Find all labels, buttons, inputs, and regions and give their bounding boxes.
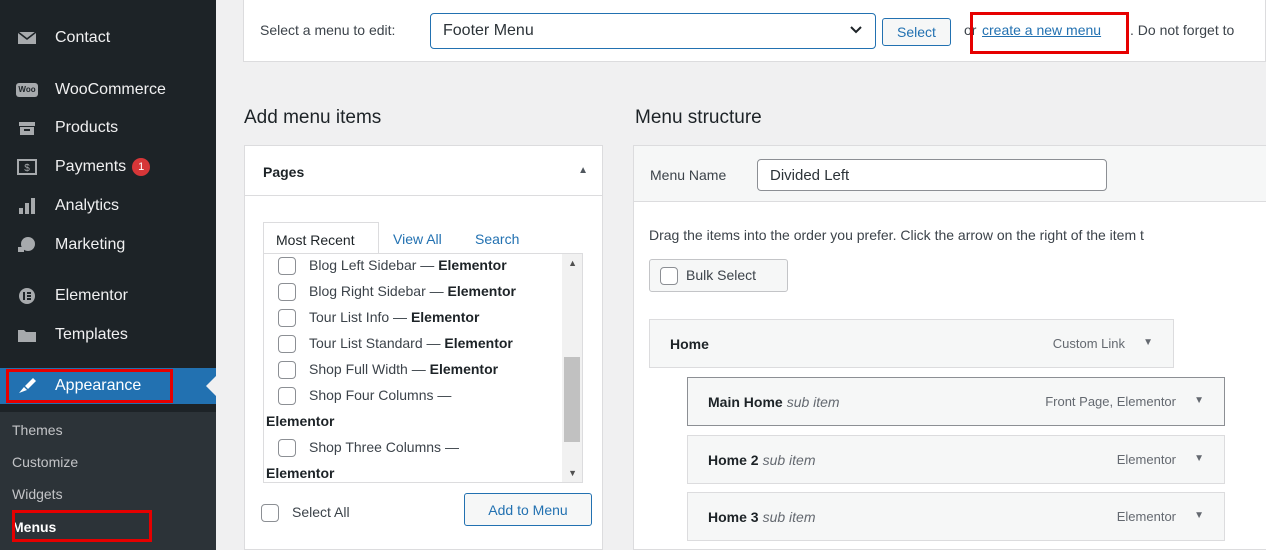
tab-search[interactable]: Search [475, 222, 519, 254]
elementor-icon [16, 285, 38, 307]
list-item[interactable]: Blog Right Sidebar — Elementor [278, 283, 516, 302]
menu-dropdown-value: Footer Menu [443, 22, 534, 39]
scroll-up-arrow-icon[interactable]: ▲ [568, 258, 577, 268]
svg-text:$: $ [24, 163, 30, 174]
menu-select-bar: Select a menu to edit: Footer Menu Selec… [243, 0, 1266, 62]
submenu-item-customize[interactable]: Customize [12, 454, 78, 470]
sidebar-item-woocommerce[interactable]: Woo WooCommerce [0, 72, 216, 108]
bulk-select-checkbox[interactable] [660, 267, 678, 286]
page-checkbox[interactable] [278, 439, 296, 458]
menu-dropdown[interactable]: Footer Menu [430, 13, 876, 49]
page-checkbox[interactable] [278, 283, 296, 302]
sidebar-item-label: Products [55, 119, 119, 136]
sidebar-item-label: Elementor [55, 287, 128, 304]
folder-icon [16, 324, 38, 346]
pages-panel-header[interactable]: Pages ▲ [245, 146, 602, 196]
list-item[interactable]: Shop Three Columns — [278, 439, 459, 458]
bar-chart-icon [16, 195, 38, 217]
sidebar-item-label: Templates [55, 326, 128, 343]
bulk-select-button[interactable]: Bulk Select [649, 259, 788, 292]
menu-item[interactable]: Main Home sub item Front Page, Elementor … [687, 377, 1225, 426]
pages-panel: Pages ▲ Most Recent View All Search Blog… [244, 145, 603, 550]
notification-badge: 1 [132, 157, 151, 176]
select-button[interactable]: Select [882, 18, 951, 46]
select-all-checkbox[interactable] [261, 504, 279, 523]
expand-arrow-icon[interactable]: ▼ [1194, 453, 1204, 464]
menu-item[interactable]: Home Custom Link ▼ [649, 319, 1174, 368]
paintbrush-icon [16, 375, 38, 397]
admin-sidebar: Contact Woo WooCommerce Products $ Payme… [0, 0, 216, 550]
page-checkbox[interactable] [278, 257, 296, 276]
page-checkbox[interactable] [278, 309, 296, 328]
menu-item-title: Main Home sub item [708, 394, 840, 410]
add-menu-items-heading: Add menu items [244, 107, 382, 128]
list-item[interactable]: Tour List Info — Elementor [278, 309, 479, 328]
money-icon: $ [16, 156, 38, 178]
menu-structure-heading: Menu structure [635, 107, 762, 128]
select-menu-label: Select a menu to edit: [260, 22, 396, 38]
sidebar-item-label: Payments [55, 158, 127, 176]
menu-item-type: Front Page, Elementor [1045, 394, 1176, 409]
menu-structure-panel: Menu Name Divided Left Drag the items in… [633, 145, 1266, 550]
submenu-item-widgets[interactable]: Widgets [12, 486, 63, 502]
list-item[interactable]: Blog Left Sidebar — Elementor [278, 257, 507, 276]
sidebar-item-marketing[interactable]: Marketing [0, 227, 216, 263]
drag-instructions: Drag the items into the order you prefer… [649, 227, 1144, 243]
pages-checklist: Blog Left Sidebar — Elementor Blog Right… [263, 253, 583, 483]
scrollbar-thumb[interactable] [564, 357, 580, 442]
sidebar-item-elementor[interactable]: Elementor [0, 278, 216, 314]
sidebar-item-contact[interactable]: Contact [0, 20, 216, 56]
sidebar-item-label: WooCommerce [55, 81, 166, 98]
tab-most-recent[interactable]: Most Recent [263, 222, 379, 254]
page-checkbox[interactable] [278, 387, 296, 406]
woo-icon: Woo [16, 79, 38, 101]
scrollbar[interactable]: ▲ ▼ [562, 254, 582, 482]
submenu-item-themes[interactable]: Themes [12, 422, 63, 438]
tab-view-all[interactable]: View All [393, 222, 442, 254]
submenu-item-menus[interactable]: Menus [12, 519, 56, 535]
menu-name-label: Menu Name [650, 167, 727, 183]
sidebar-item-label: Analytics [55, 197, 120, 214]
menu-item[interactable]: Home 2 sub item Elementor ▼ [687, 435, 1225, 484]
expand-arrow-icon[interactable]: ▼ [1194, 395, 1204, 406]
menu-item-type: Custom Link [1052, 336, 1125, 351]
sidebar-item-label: Contact [55, 29, 111, 46]
expand-arrow-icon[interactable]: ▼ [1143, 337, 1153, 348]
or-text: or [964, 22, 977, 38]
menu-item-title: Home 3 sub item [708, 509, 816, 525]
menu-item-type: Elementor [1116, 452, 1176, 467]
list-item[interactable]: Shop Four Columns — [278, 387, 451, 406]
sidebar-item-products[interactable]: Products [0, 110, 216, 146]
menu-item-title: Home [670, 336, 709, 352]
select-all[interactable]: Select All [261, 504, 350, 523]
add-to-menu-button[interactable]: Add to Menu [464, 493, 592, 526]
expand-arrow-icon[interactable]: ▼ [1194, 510, 1204, 521]
archive-icon [16, 117, 38, 139]
pages-tabs: Most Recent View All Search [263, 222, 583, 254]
sidebar-item-analytics[interactable]: Analytics [0, 188, 216, 224]
scroll-down-arrow-icon[interactable]: ▼ [568, 468, 577, 478]
sidebar-item-label: Marketing [55, 236, 126, 253]
collapse-arrow-icon[interactable]: ▲ [578, 165, 588, 176]
sidebar-item-appearance[interactable]: Appearance [0, 368, 216, 404]
reminder-text: . Do not forget to [1130, 22, 1235, 38]
menu-item-title: Home 2 sub item [708, 452, 816, 468]
list-item[interactable]: Tour List Standard — Elementor [278, 335, 513, 354]
create-new-menu-link[interactable]: create a new menu [982, 22, 1101, 38]
chevron-down-icon [849, 22, 863, 38]
pages-panel-title: Pages [263, 164, 305, 180]
page-checkbox[interactable] [278, 361, 296, 380]
menu-name-input[interactable]: Divided Left [757, 159, 1107, 191]
sidebar-item-templates[interactable]: Templates [0, 317, 216, 353]
page-checkbox[interactable] [278, 335, 296, 354]
envelope-icon [16, 27, 38, 49]
active-indicator [206, 376, 216, 396]
menu-item-type: Elementor [1116, 509, 1176, 524]
list-item[interactable]: Shop Full Width — Elementor [278, 361, 498, 380]
appearance-submenu: Themes Customize Widgets Menus [0, 412, 216, 550]
megaphone-icon [16, 234, 38, 256]
sidebar-item-payments[interactable]: $ Payments 1 [0, 149, 216, 185]
sidebar-item-label: Appearance [55, 377, 142, 394]
menu-item[interactable]: Home 3 sub item Elementor ▼ [687, 492, 1225, 541]
